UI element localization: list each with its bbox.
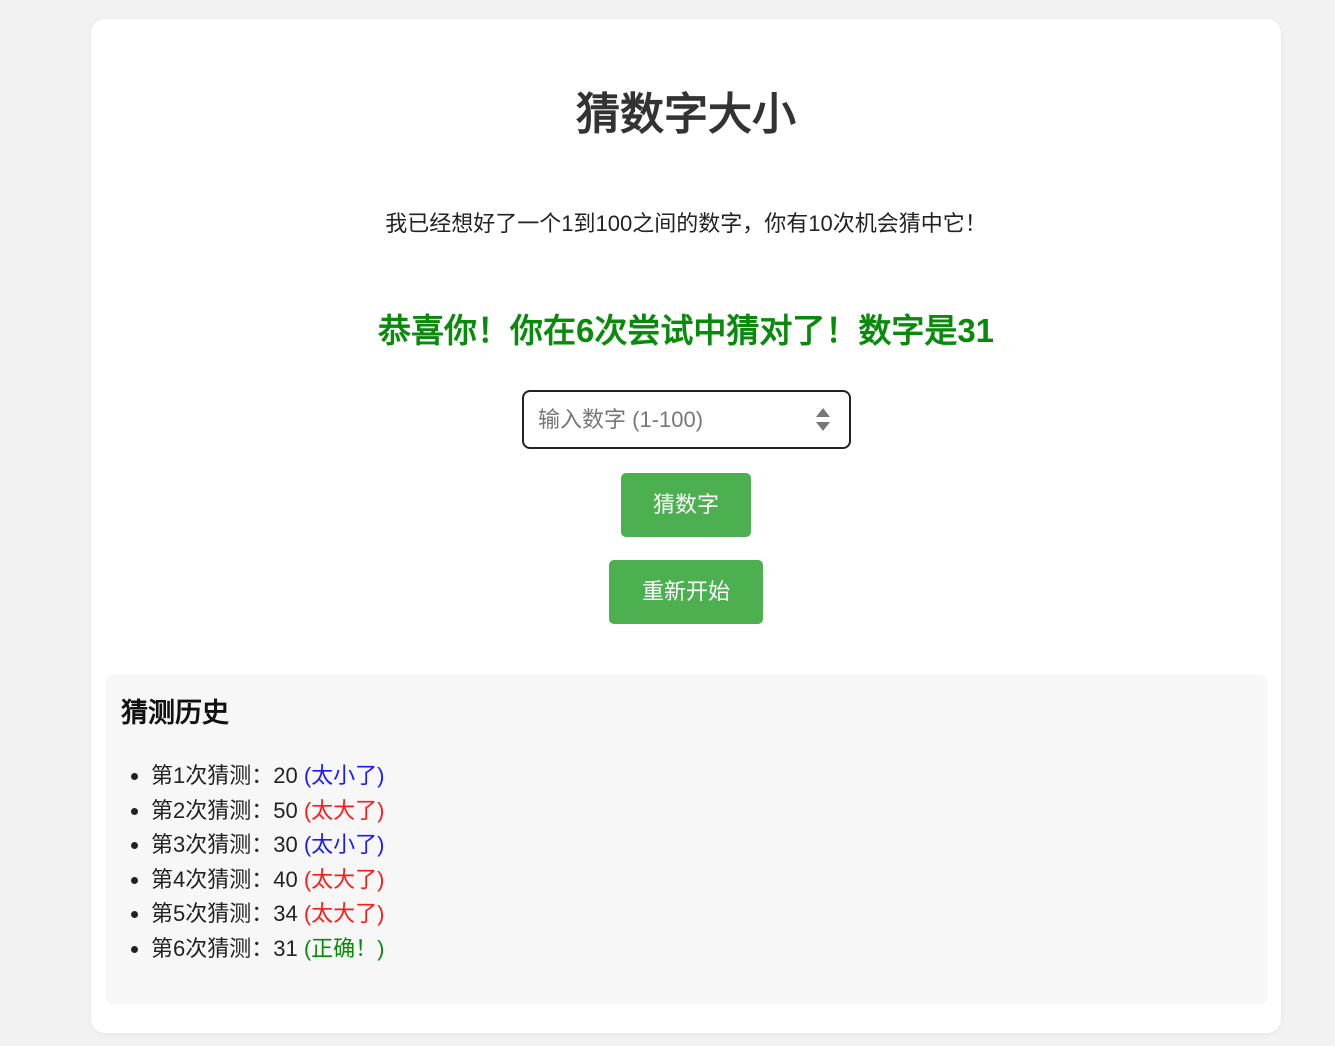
number-input-box[interactable]: [522, 390, 851, 449]
history-item: 第5次猜测：34 (太大了): [151, 897, 384, 932]
history-item: 第6次猜测：31 (正确！): [151, 932, 384, 967]
history-item: 第1次猜测：20 (太小了): [151, 759, 384, 794]
history-item: 第2次猜测：50 (太大了): [151, 794, 384, 829]
stepper-up-icon[interactable]: [816, 408, 830, 417]
number-input[interactable]: [538, 392, 798, 447]
history-item-guess: 第1次猜测：20: [151, 763, 304, 788]
history-item-guess: 第6次猜测：31: [151, 935, 304, 961]
game-card: 猜数字大小 我已经想好了一个1到100之间的数字，你有10次机会猜中它！ 恭喜你…: [91, 19, 1281, 1033]
history-item-guess: 第2次猜测：50: [151, 797, 304, 823]
guess-button[interactable]: 猜数字: [621, 473, 751, 537]
history-item-result: (太小了): [303, 763, 385, 788]
history-item-result: (太大了): [303, 901, 385, 927]
restart-button[interactable]: 重新开始: [609, 560, 763, 624]
history-item-guess: 第5次猜测：34: [151, 901, 304, 927]
stepper-down-icon[interactable]: [816, 422, 830, 431]
number-stepper[interactable]: [815, 406, 831, 434]
history-item: 第3次猜测：30 (太小了): [151, 828, 384, 863]
history-item-guess: 第3次猜测：30: [151, 832, 304, 858]
history-list: 第1次猜测：20 (太小了) 第2次猜测：50 (太大了) 第3次猜测：30 (…: [126, 759, 384, 967]
game-intro: 我已经想好了一个1到100之间的数字，你有10次机会猜中它！: [385, 211, 987, 236]
history-item-result: (太大了): [303, 797, 385, 823]
history-title: 猜测历史: [121, 698, 229, 728]
history-item-guess: 第4次猜测：40: [151, 866, 304, 892]
result-message: 恭喜你！你在6次尝试中猜对了！数字是31: [377, 312, 995, 349]
guess-history-panel: 猜测历史 第1次猜测：20 (太小了) 第2次猜测：50 (太大了) 第3次猜测…: [106, 675, 1267, 1004]
page-title: 猜数字大小: [576, 90, 796, 139]
history-item-result: (太小了): [303, 832, 385, 858]
history-item: 第4次猜测：40 (太大了): [151, 863, 384, 898]
history-item-result: (正确！): [303, 935, 385, 961]
history-item-result: (太大了): [303, 866, 385, 892]
